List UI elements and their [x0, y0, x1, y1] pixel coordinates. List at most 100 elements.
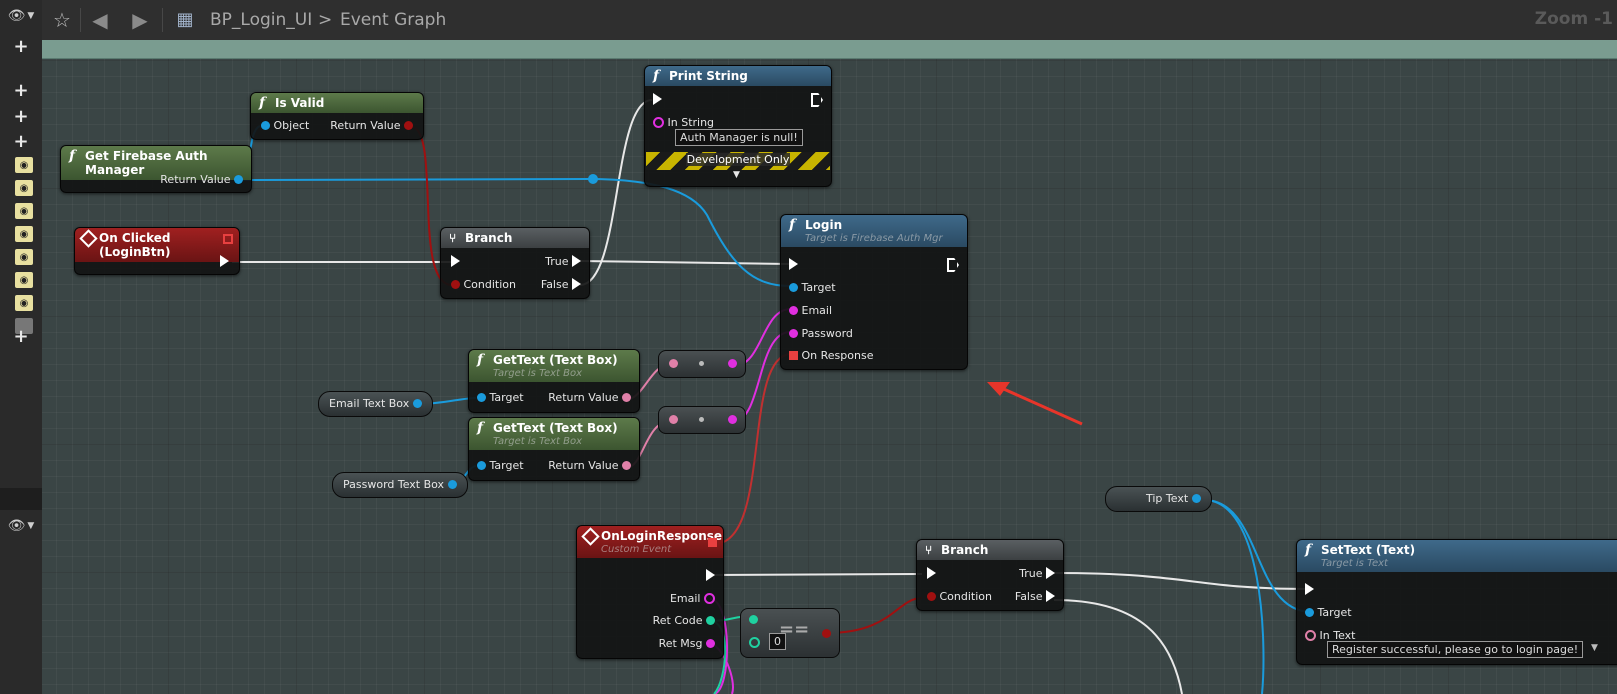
visibility-toggle-icon[interactable]: ◉ [15, 203, 33, 219]
add-button[interactable]: + [12, 82, 30, 100]
exec-arrow-icon [572, 255, 581, 267]
branch-node[interactable]: ⑂ Branch Condition True False [916, 539, 1064, 611]
password-text-box-variable[interactable]: Password Text Box [332, 472, 468, 498]
visibility-dropdown[interactable]: 👁 ▼ [4, 516, 38, 536]
pin-label: Return Value [548, 391, 619, 404]
add-button[interactable]: + [12, 328, 30, 346]
on-response-pin[interactable]: On Response [789, 349, 873, 362]
pin-label: Condition [939, 590, 993, 603]
string-pin-ring [704, 593, 715, 604]
node-header: On Clicked (LoginBtn) [75, 228, 239, 262]
return-value-pin[interactable]: Return Value [548, 391, 631, 404]
text-to-string-conversion-node[interactable] [658, 350, 746, 378]
pin-label: False [1014, 590, 1043, 603]
exec-arrow-icon [706, 569, 715, 581]
node-header: f GetText (Text Box) Target is Text Box [469, 350, 639, 382]
tip-text-variable[interactable]: Tip Text [1105, 486, 1212, 512]
email-pin[interactable]: Email [789, 304, 832, 317]
breadcrumb-graph[interactable]: Event Graph [340, 8, 446, 32]
false-pin[interactable]: False [1015, 590, 1055, 603]
password-pin[interactable]: Password [789, 327, 853, 340]
breadcrumb-blueprint[interactable]: BP_Login_UI [210, 8, 312, 32]
pin-label: Target [1317, 606, 1352, 619]
forward-arrow-icon[interactable]: ▶ [128, 8, 152, 32]
object-pin-dot [477, 461, 486, 470]
visibility-dropdown[interactable]: 👁 ▼ [4, 6, 38, 26]
event-graph-canvas[interactable]: f Is Valid Object Return Value f Get Fireb… [42, 40, 1617, 694]
in-text-field[interactable]: Register successful, please go to login … [1327, 641, 1584, 658]
exec-in-pin[interactable] [927, 567, 936, 580]
print-string-node[interactable]: f Print String In String Auth Manager is … [644, 65, 832, 187]
condition-pin[interactable]: Condition [451, 278, 516, 291]
pin-label: Target [801, 281, 836, 294]
event-diamond-icon [581, 527, 600, 546]
target-pin[interactable]: Target [477, 391, 524, 404]
favorite-star-icon[interactable]: ☆ [50, 8, 74, 32]
gettext-node[interactable]: f GetText (Text Box) Target is Text Box Ta… [468, 417, 640, 481]
in-string-pin[interactable]: In String [653, 116, 714, 129]
exec-out-pin[interactable] [947, 258, 959, 273]
target-pin[interactable]: Target [789, 281, 836, 294]
exec-out-pin[interactable] [220, 255, 229, 268]
int-pin-dot [706, 616, 715, 625]
visibility-toggle-icon[interactable]: ◉ [15, 226, 33, 242]
expand-chevron-icon[interactable]: ▼ [733, 170, 740, 180]
text-to-string-conversion-node[interactable] [658, 406, 746, 434]
exec-out-pin[interactable] [706, 569, 715, 582]
gettext-node[interactable]: f GetText (Text Box) Target is Text Box Ta… [468, 349, 640, 413]
return-value-pin[interactable]: Return Value [548, 459, 631, 472]
pin-label: Target [489, 459, 524, 472]
visibility-toggle-icon[interactable]: ◉ [15, 249, 33, 265]
target-pin[interactable]: Target [477, 459, 524, 472]
eye-icon: 👁 [7, 518, 26, 534]
back-arrow-icon[interactable]: ◀ [88, 8, 112, 32]
in-string-field[interactable]: Auth Manager is null! [675, 129, 803, 146]
equals-compare-node[interactable]: 0 == [740, 608, 840, 658]
panel-divider [0, 488, 42, 510]
login-function-node[interactable]: f Login Target is Firebase Auth Mgr Target… [780, 214, 968, 370]
visibility-toggle-icon[interactable]: ◉ [15, 295, 33, 311]
settext-function-node[interactable]: f SetText (Text) Target is Text Target In … [1296, 539, 1617, 665]
object-pin[interactable]: Object [261, 119, 309, 132]
ret-code-pin[interactable]: Ret Code [653, 614, 715, 627]
exec-in-pin[interactable] [1305, 583, 1314, 596]
condition-pin[interactable]: Condition [927, 590, 992, 603]
true-pin[interactable]: True [545, 255, 581, 268]
pin-label: On Response [801, 349, 874, 362]
object-pin-dot [477, 393, 486, 402]
is-valid-node[interactable]: f Is Valid Object Return Value [250, 92, 424, 140]
false-pin[interactable]: False [541, 278, 581, 291]
get-firebase-auth-manager-node[interactable]: f Get Firebase Auth Manager Return Value [60, 145, 252, 193]
on-clicked-event-node[interactable]: On Clicked (LoginBtn) [74, 227, 240, 275]
node-subtitle: Target is Firebase Auth Mgr [805, 233, 943, 244]
object-pin-dot [261, 121, 270, 130]
on-login-response-event-node[interactable]: OnLoginResponse Custom Event Email Ret Co… [576, 525, 724, 659]
branch-node[interactable]: ⑂ Branch Condition True False [440, 227, 590, 299]
text-options-chevron-icon[interactable]: ▼ [1591, 643, 1598, 653]
add-button[interactable]: + [12, 133, 30, 151]
true-pin[interactable]: True [1019, 567, 1055, 580]
ret-msg-pin[interactable]: Ret Msg [659, 637, 715, 650]
exec-in-pin[interactable] [789, 258, 798, 271]
exec-in-pin[interactable] [451, 255, 460, 268]
exec-arrow-icon [789, 258, 798, 270]
text-pin-dot [622, 461, 631, 470]
email-text-box-variable[interactable]: Email Text Box [318, 391, 433, 417]
delegate-pin[interactable] [223, 234, 233, 244]
visibility-toggle-icon[interactable]: ◉ [15, 157, 33, 173]
target-pin[interactable]: Target [1305, 606, 1352, 619]
email-pin[interactable]: Email [670, 592, 715, 605]
add-button[interactable]: + [12, 108, 30, 126]
exec-arrow-icon [451, 255, 460, 267]
conversion-dot [699, 361, 704, 366]
exec-in-pin[interactable] [653, 93, 662, 106]
pin-label: Email [801, 304, 833, 317]
return-value-pin[interactable]: Return Value [160, 173, 243, 186]
exec-out-pin[interactable] [811, 93, 823, 108]
visibility-toggle-icon[interactable]: ◉ [15, 180, 33, 196]
visibility-toggle-icon[interactable]: ◉ [15, 272, 33, 288]
add-button[interactable]: + [12, 38, 30, 56]
return-value-pin[interactable]: Return Value [330, 119, 413, 132]
reroute-knot[interactable] [588, 174, 598, 184]
delegate-pin[interactable] [708, 538, 717, 547]
